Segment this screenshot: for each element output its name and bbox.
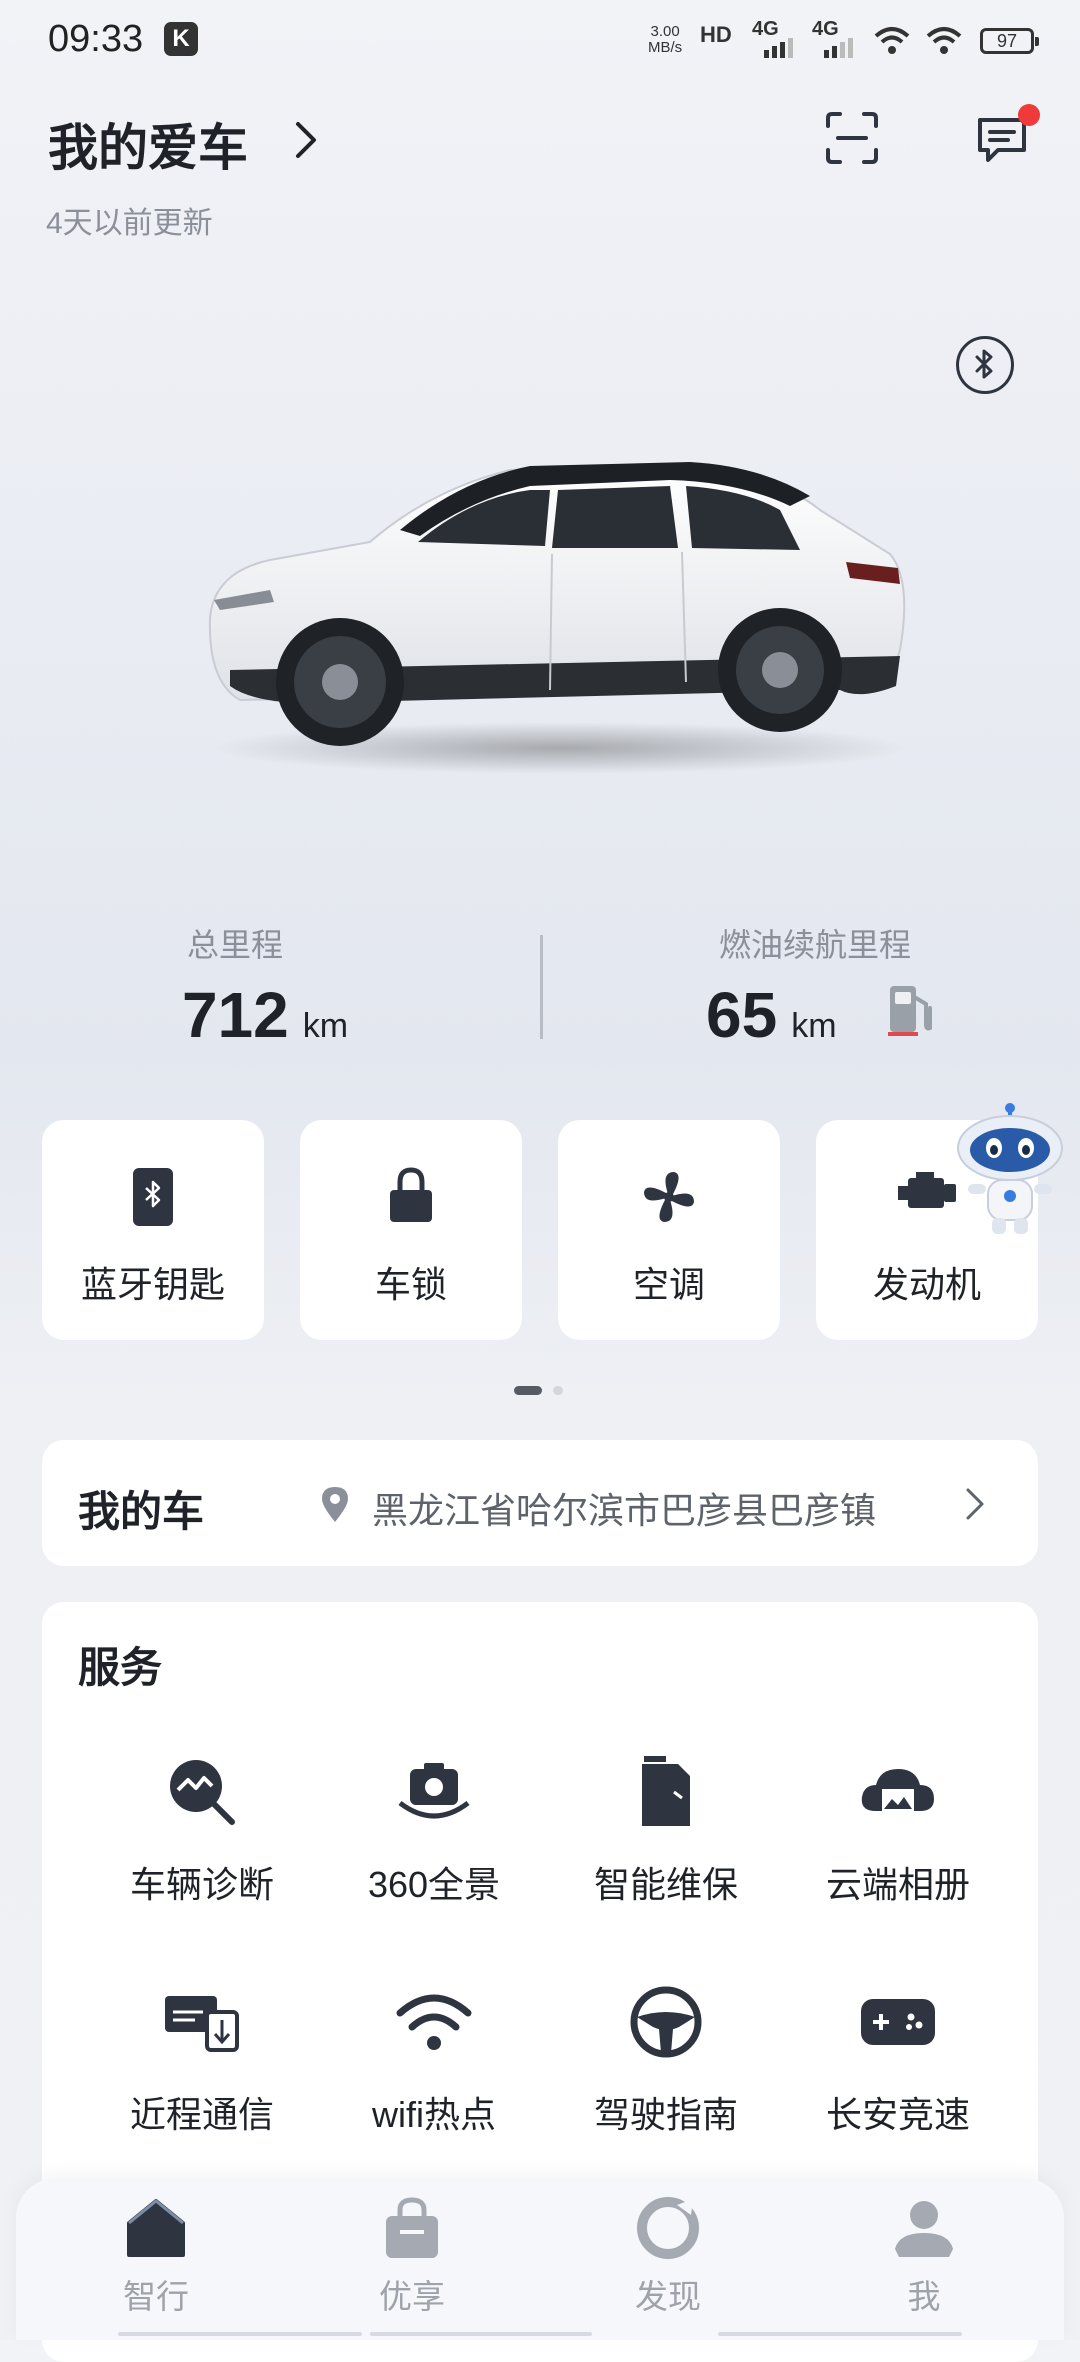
hd-icon: HD [700,22,732,47]
quick-card-label: 车锁 [374,1264,447,1305]
battery-icon: 97 [980,28,1039,54]
service-label: wifi热点 [372,2094,496,2135]
gamepad-icon [788,1982,1008,2062]
quick-card-label: 发动机 [872,1264,981,1305]
chevron-right-icon [966,1488,984,1520]
nav-tab-profile[interactable]: 我 [834,2192,1014,2315]
near-field-icon [92,1982,312,2062]
pager-dot-active[interactable] [514,1386,542,1395]
service-driving-guide[interactable]: 驾驶指南 [556,1982,776,2162]
profile-icon [834,2192,1014,2264]
home-indicator [118,2332,962,2340]
app-badge-icon: K [164,22,198,56]
quick-card-ac[interactable]: 空调 [558,1120,780,1340]
service-wifi-hotspot[interactable]: wifi热点 [324,1982,544,2162]
service-360-view[interactable]: 360全景 [324,1752,544,1932]
bluetooth-button[interactable] [956,336,1014,394]
net-speed: 3.00 MB/s [648,23,683,56]
wifi-status-icon-2 [926,27,962,54]
nav-label: 我 [907,2278,941,2315]
home-icon [66,2192,246,2264]
quick-card-label: 蓝牙钥匙 [80,1264,225,1305]
service-label: 360全景 [367,1864,501,1905]
fan-icon [558,1166,780,1228]
my-car-location-row[interactable]: 我的车 黑龙江省哈尔滨市巴彦县巴彦镇 [42,1440,1038,1566]
location-pin-icon [322,1487,348,1522]
service-label: 驾驶指南 [593,2094,738,2135]
bottom-navigation: 智行 优享 发现 我 [16,2178,1064,2340]
cloud-album-icon [788,1752,1008,1832]
nav-label: 优享 [379,2278,445,2315]
signal-bars-icon [764,38,793,58]
nav-tab-smart-travel[interactable]: 智行 [66,2192,246,2315]
range-label: 燃油续航里程 [718,927,911,963]
chevron-right-icon[interactable] [288,118,324,162]
pager-dot[interactable] [553,1386,563,1395]
service-racing[interactable]: 长安竞速 [788,1982,1008,2162]
bag-icon [322,2192,502,2264]
scan-icon[interactable] [824,110,880,166]
quick-card-label: 空调 [632,1264,705,1305]
services-title: 服务 [78,1644,163,1691]
signal-bars-icon-2 [824,38,853,58]
mileage-value: 712 km [181,979,349,1051]
range-value: 65 km [706,979,837,1051]
nav-label: 智行 [123,2278,189,2315]
camera-360-icon [324,1752,544,1832]
service-label: 智能维保 [593,1864,738,1905]
service-label: 长安竞速 [825,2094,970,2135]
wifi-icon [324,1982,544,2062]
service-cloud-album[interactable]: 云端相册 [788,1752,1008,1932]
service-label: 云端相册 [825,1864,970,1905]
steering-wheel-icon [556,1982,776,2062]
service-label: 近程通信 [129,2094,274,2135]
lock-icon [300,1166,522,1228]
car-image [208,462,910,774]
mileage-label: 总里程 [186,927,283,963]
status-bar: 09:33 K 3.00 MB/s HD 4G 4G 97 [0,0,1080,80]
service-vehicle-diagnosis[interactable]: 车辆诊断 [92,1752,312,1932]
nav-label: 发现 [635,2278,701,2315]
nav-tab-benefits[interactable]: 优享 [322,2192,502,2315]
service-smart-maintenance[interactable]: 智能维保 [556,1752,776,1932]
notification-dot [1018,104,1040,126]
update-time: 4天以前更新 [46,207,213,240]
stats-divider [540,935,543,1039]
bluetooth-icon [975,349,993,379]
status-time: 09:33 [48,18,144,60]
car-address: 黑龙江省哈尔滨市巴彦县巴彦镇 [372,1490,877,1531]
discover-icon [578,2192,758,2264]
maintenance-icon [556,1752,776,1832]
diagnosis-icon [92,1752,312,1832]
quick-card-lock[interactable]: 车锁 [300,1120,522,1340]
fuel-pump-icon [888,986,932,1036]
quick-card-bluetooth-key[interactable]: 蓝牙钥匙 [42,1120,264,1340]
service-near-field[interactable]: 近程通信 [92,1982,312,2162]
my-car-label: 我的车 [78,1488,205,1535]
assistant-robot-icon[interactable] [950,1100,1070,1240]
service-label: 车辆诊断 [129,1864,274,1905]
nav-tab-discover[interactable]: 发现 [578,2192,758,2315]
page-title[interactable]: 我的爱车 [48,108,248,180]
wifi-status-icon [874,27,910,54]
bluetooth-key-icon [42,1166,264,1228]
